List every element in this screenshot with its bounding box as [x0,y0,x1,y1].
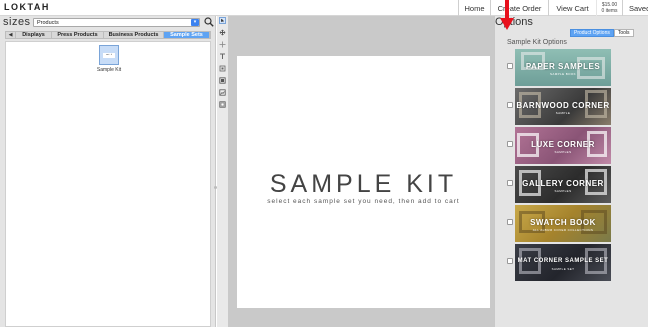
sample-name: PAPER SAMPLES [525,62,601,71]
pointer-tool-icon[interactable] [219,17,226,24]
top-nav: Home Create Order View Cart $15.00 0 ite… [458,0,648,16]
sample-tag: SAMPLE BOOK [549,72,577,76]
options-tabs: Product Options Tools [570,29,634,37]
design-canvas[interactable]: SAMPLE KIT select each sample set you ne… [237,56,490,308]
cart-summary[interactable]: $15.00 0 items [596,0,622,16]
tab-press-products[interactable]: Press Products [52,32,104,38]
tab-tools[interactable]: Tools [613,29,634,37]
sample-option-gallery[interactable]: GALLERY CORNER SAMPLES [507,166,611,203]
sample-tag: ALL ALBUM COVER COLLECTIONS [532,228,594,232]
sample-name: MAT CORNER SAMPLE SET [517,258,609,264]
product-thumb-label: smt . k [103,52,115,58]
logo: LOKTAH [4,2,50,12]
sample-checkbox[interactable] [507,63,513,69]
tab-business-products[interactable]: Business Products [104,32,164,38]
right-panel: Options Product Options Tools Sample Kit… [494,16,648,327]
text-tool-icon[interactable] [219,53,226,60]
sample-name: SWATCH BOOK [530,218,596,227]
sample-banner[interactable]: LUXE CORNER SAMPLES [515,127,611,164]
sample-checkbox[interactable] [507,141,513,147]
sample-banner[interactable]: SWATCH BOOK ALL ALBUM COVER COLLECTIONS [515,205,611,242]
sample-banner[interactable]: GALLERY CORNER SAMPLES [515,166,611,203]
category-tabs: ◀ Displays Press Products Business Produ… [5,31,211,39]
sample-name: BARNWOOD CORNER [516,101,610,110]
app-root: LOKTAH Home Create Order View Cart $15.0… [0,0,648,327]
search-icon[interactable] [204,17,214,27]
nav-saved-orders[interactable]: Saved Orders [622,0,648,16]
sample-checkbox[interactable] [507,219,513,225]
canvas-title: SAMPLE KIT [269,170,458,198]
sample-tag: SAMPLES [554,150,572,154]
product-item-sample-kit[interactable]: smt . k Sample Kit [91,45,127,73]
move-tool-icon[interactable] [219,29,226,36]
sample-tag: SAMPLES [554,189,572,193]
sample-option-mat[interactable]: MAT CORNER SAMPLE SET SAMPLE SET [507,244,611,281]
sample-checkbox[interactable] [507,180,513,186]
product-thumbnail: smt . k [99,45,119,65]
sample-banner[interactable]: PAPER SAMPLES SAMPLE BOOK [515,49,611,86]
tab-displays[interactable]: Displays [16,32,52,38]
sample-tag: SAMPLE SET [551,267,575,271]
panel-title: sizes [3,16,31,28]
chevron-down-icon: ▾ [191,19,199,26]
crosshair-tool-icon[interactable] [219,41,226,48]
frame-tool-icon[interactable] [219,101,226,108]
product-select[interactable]: Products ▾ [33,18,200,27]
canvas-subtitle: select each sample set you need, then ad… [267,198,460,205]
sample-checkbox[interactable] [507,258,513,264]
product-select-value: Products [37,20,59,26]
product-list: smt . k Sample Kit [5,41,211,327]
sample-name: LUXE CORNER [531,140,595,149]
left-panel: sizes Products ▾ ◀ Displays Press Produc… [0,16,216,327]
nav-create-order[interactable]: Create Order [490,0,548,16]
nav-home[interactable]: Home [458,0,490,16]
transform-tool-icon[interactable] [219,65,226,72]
product-name: Sample Kit [96,67,122,73]
tab-sample-sets[interactable]: Sample Sets [164,32,210,38]
cart-items: 0 items [601,8,618,14]
image-tool-icon[interactable] [219,89,226,96]
sample-tag: SAMPLE [555,111,571,115]
tool-strip [217,16,228,327]
red-arrow-icon [500,0,514,30]
sample-banner[interactable]: MAT CORNER SAMPLE SET SAMPLE SET [515,244,611,281]
section-label: Sample Kit Options [507,39,567,46]
tab-product-options[interactable]: Product Options [570,29,614,37]
sample-option-paper[interactable]: PAPER SAMPLES SAMPLE BOOK [507,49,611,86]
sample-option-barnwood[interactable]: BARNWOOD CORNER SAMPLE [507,88,611,125]
sample-checkbox[interactable] [507,102,513,108]
back-arrow-icon[interactable]: ◀ [6,32,16,38]
sample-option-luxe[interactable]: LUXE CORNER SAMPLES [507,127,611,164]
sample-banner[interactable]: BARNWOOD CORNER SAMPLE [515,88,611,125]
layers-tool-icon[interactable] [219,77,226,84]
top-bar: LOKTAH Home Create Order View Cart $15.0… [0,0,648,16]
canvas-area: SAMPLE KIT select each sample set you ne… [228,16,494,327]
sample-name: GALLERY CORNER [522,179,604,188]
nav-view-cart[interactable]: View Cart [548,0,596,16]
sample-option-swatch[interactable]: SWATCH BOOK ALL ALBUM COVER COLLECTIONS [507,205,611,242]
